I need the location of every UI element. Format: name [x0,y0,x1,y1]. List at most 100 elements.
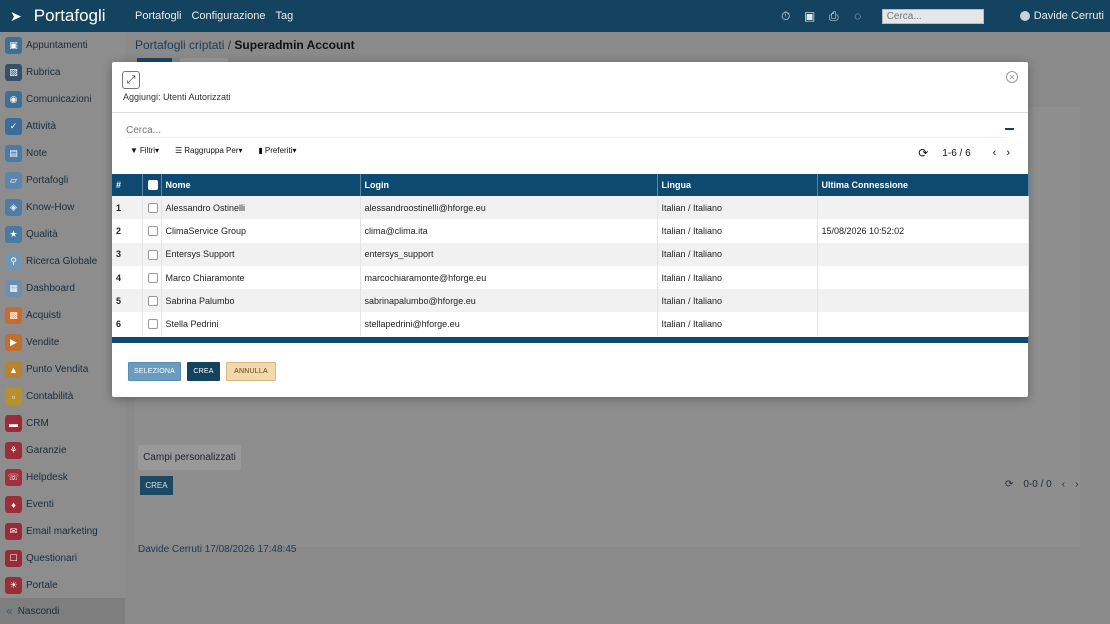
sidebar-item-email-marketing[interactable]: ✉ Email marketing [0,518,125,545]
sidebar-item-label: Note [26,148,48,159]
breadcrumb-separator: / [227,38,232,52]
print-icon[interactable]: ⎙ [826,8,842,24]
sidebar-item-label: Ricerca Globale [26,256,98,267]
table-row[interactable]: 1 Alessandro Ostinelli alessandroostinelli… [112,196,1029,220]
sidebar-item-know-how[interactable]: ◈ Know-How [0,194,125,221]
spinner-icon[interactable]: ◌ [850,8,866,24]
next-page-icon[interactable]: › [1006,147,1010,159]
sidebar-item-attivit[interactable]: ✓ Attività [0,113,125,140]
sidebar-item-comunicazioni[interactable]: ◉ Comunicazioni [0,86,125,113]
breadcrumb-parent[interactable]: Portafogli criptati [135,38,224,52]
sidebar-item-rubrica[interactable]: ▧ Rubrica [0,59,125,86]
sidebar-item-portale[interactable]: ☀ Portale [0,572,125,599]
table-row[interactable]: 3 Entersys Support entersys_support Italian… [112,242,1029,266]
refresh-icon[interactable]: ⟳ [1005,479,1013,490]
sidebar-item-helpdesk[interactable]: ☏ Helpdesk [0,464,125,491]
custom-fields-button[interactable]: Campi personalizzati [138,445,241,470]
select-button[interactable]: SELEZIONA [128,362,181,381]
next-page-icon[interactable]: › [1075,479,1078,490]
sidebar-hide-button[interactable]: « Nascondi [0,598,125,624]
sidebar-item-crm[interactable]: ▬ CRM [0,410,125,437]
sidebar-item-dashboard[interactable]: ▦ Dashboard [0,275,125,302]
table-row[interactable]: 4 Marco Chiaramonte marcochiaramonte@hforg… [112,265,1029,290]
sidebar-item-portafogli[interactable]: ▱ Portafogli [0,167,125,194]
prev-page-icon[interactable]: ‹ [993,147,997,159]
sidebar-item-note[interactable]: ▤ Note [0,140,125,167]
sidebar-item-acquisti[interactable]: ▩ Acquisti [0,302,125,329]
search-input[interactable] [126,124,1006,138]
warranty-icon: ⚘ [5,442,22,459]
sidebar-item-vendite[interactable]: ▶ Vendite [0,329,125,356]
select-all-checkbox[interactable] [147,180,158,191]
row-select-checkbox[interactable] [147,226,158,237]
column-header-name[interactable]: Nome [161,174,361,196]
collapse-search-icon[interactable] [1005,128,1014,130]
row-language: Italian / Italiano [657,289,818,313]
sidebar-item-appuntamenti[interactable]: ▣ Appuntamenti [0,32,125,59]
app-brand[interactable]: ➤ Portafogli [0,0,125,32]
note-icon: ▤ [5,145,22,162]
user-menu[interactable]: Davide Cerruti [1019,10,1104,22]
user-name: Davide Cerruti [1033,10,1104,22]
dialog-title: Aggiungi: Utenti Autorizzati [123,92,231,102]
purchase-icon: ▩ [5,307,22,324]
sidebar-item-ricerca-globale[interactable]: ⚲ Ricerca Globale [0,248,125,275]
row-select-checkbox[interactable] [147,319,158,330]
cancel-button[interactable]: ANNULLA [226,362,276,381]
sidebar-item-label: Rubrica [26,67,61,78]
row-name: Sabrina Palumbo [161,289,361,313]
users-table: # Nome Login Lingua Ultima Connessione 1… [112,174,1029,336]
group-by-dropdown[interactable]: ☰ Raggruppa Per ▾ [175,146,244,155]
calendar-icon: ▣ [5,37,22,54]
favorites-label: Preferiti [264,146,293,155]
sidebar-item-label: Garanzie [26,445,67,456]
row-select-checkbox[interactable] [147,202,158,213]
pager-range[interactable]: 1-6 / 6 [942,148,970,159]
table-footer [112,337,1028,343]
sidebar-item-garanzie[interactable]: ⚘ Garanzie [0,437,125,464]
timer-icon[interactable]: ⏱ [778,8,794,24]
knowhow-icon: ◈ [5,199,22,216]
sidebar-item-label: Appuntamenti [26,40,88,51]
breadcrumb: Portafogli criptati / Superadmin Account [135,38,355,52]
row-last-connection [817,242,1029,266]
column-header-last-connection[interactable]: Ultima Connessione [817,174,1029,196]
favorites-dropdown[interactable]: ▮ Preferiti ▾ [259,146,299,155]
row-select-checkbox[interactable] [147,272,158,283]
row-checkbox [142,265,162,290]
bg-create-button[interactable]: CREA [140,476,173,495]
chat-icon[interactable]: ▣ [802,8,818,24]
table-row[interactable]: 6 Stella Pedrini stellapedrini@hforge.eu It… [112,312,1029,336]
row-select-checkbox[interactable] [147,249,158,260]
menu-item-tag[interactable]: Tag [275,10,293,22]
sidebar-item-questionari[interactable]: ☐ Questionari [0,545,125,572]
menu-item-portafogli[interactable]: Portafogli [135,10,181,22]
column-header-language[interactable]: Lingua [657,174,818,196]
sidebar-item-qualit[interactable]: ★ Qualità [0,221,125,248]
column-header-number[interactable]: # [112,174,143,196]
menu-item-configurazione[interactable]: Configurazione [191,10,265,22]
helpdesk-icon: ☏ [5,469,22,486]
sales-icon: ▶ [5,334,22,351]
sidebar-item-label: Email marketing [26,526,98,537]
filters-dropdown[interactable]: ▼ Filtri ▾ [130,146,161,155]
sidebar-item-contabilit[interactable]: ▫ Contabilità [0,383,125,410]
column-header-select-all[interactable] [142,174,162,196]
row-login: sabrinapalumbo@hforge.eu [360,289,658,313]
close-icon[interactable]: ✕ [1006,71,1018,83]
expand-icon[interactable]: ⤢ [122,71,140,89]
create-button[interactable]: CREA [187,362,220,381]
global-search-input[interactable] [881,8,984,24]
refresh-icon[interactable]: ⟳ [918,146,928,160]
divider [112,112,1028,113]
prev-page-icon[interactable]: ‹ [1062,479,1065,490]
table-row[interactable]: 5 Sabrina Palumbo sabrinapalumbo@hforge.eu… [112,289,1029,313]
sidebar-item-punto-vendita[interactable]: ▲ Punto Vendita [0,356,125,383]
sidebar-item-label: Know-How [26,202,75,213]
row-login: stellapedrini@hforge.eu [360,312,658,336]
sidebar-item-eventi[interactable]: ♦ Eventi [0,491,125,518]
row-checkbox [142,196,162,220]
table-row[interactable]: 2 ClimaService Group clima@clima.ita Italia… [112,219,1029,243]
row-select-checkbox[interactable] [147,296,158,307]
column-header-login[interactable]: Login [360,174,658,196]
